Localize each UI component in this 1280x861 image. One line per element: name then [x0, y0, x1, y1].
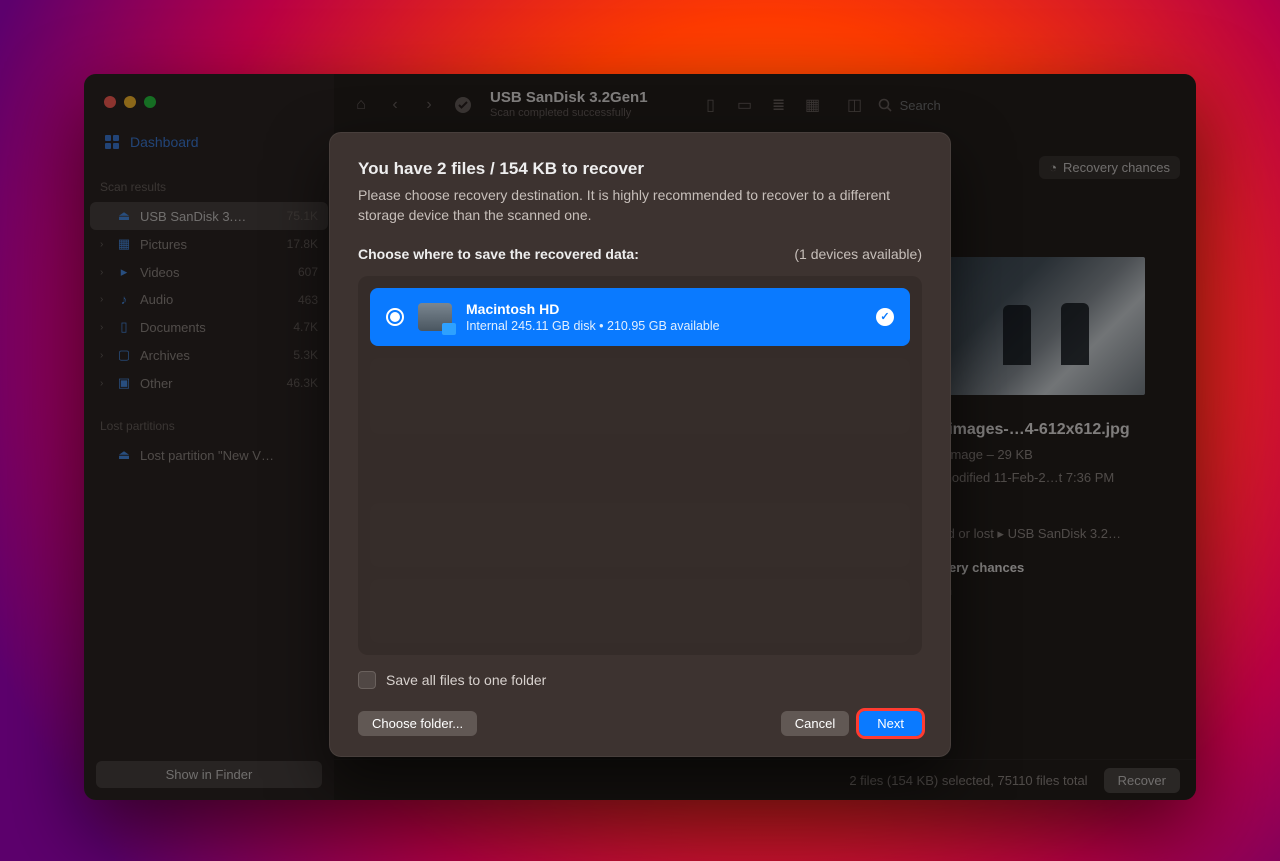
destination-name: Macintosh HD [466, 300, 862, 318]
destination-placeholder [370, 579, 910, 643]
modal-title: You have 2 files / 154 KB to recover [358, 159, 922, 179]
destination-detail: Internal 245.11 GB disk • 210.95 GB avai… [466, 318, 862, 334]
radio-selected-icon [386, 308, 404, 326]
recovery-destination-modal: You have 2 files / 154 KB to recover Ple… [329, 132, 951, 757]
destination-list: Macintosh HD Internal 245.11 GB disk • 2… [358, 276, 922, 655]
app-window: Dashboard Scan results ⏏ USB SanDisk 3.…… [84, 74, 1196, 800]
choose-folder-button[interactable]: Choose folder... [358, 711, 477, 736]
destination-placeholder [370, 358, 910, 434]
checkmark-icon: ✓ [876, 308, 894, 326]
destination-option-macintosh-hd[interactable]: Macintosh HD Internal 245.11 GB disk • 2… [370, 288, 910, 346]
destination-placeholder [370, 503, 910, 567]
internal-disk-icon [418, 303, 452, 331]
choose-destination-label: Choose where to save the recovered data: [358, 246, 639, 262]
cancel-button[interactable]: Cancel [781, 711, 849, 736]
devices-available-label: (1 devices available) [794, 246, 922, 262]
save-all-label: Save all files to one folder [386, 672, 546, 688]
modal-subtitle: Please choose recovery destination. It i… [358, 185, 922, 226]
next-button[interactable]: Next [859, 711, 922, 736]
checkbox-icon[interactable] [358, 671, 376, 689]
modal-container: You have 2 files / 154 KB to recover Ple… [84, 74, 1196, 800]
save-all-option[interactable]: Save all files to one folder [358, 671, 922, 689]
